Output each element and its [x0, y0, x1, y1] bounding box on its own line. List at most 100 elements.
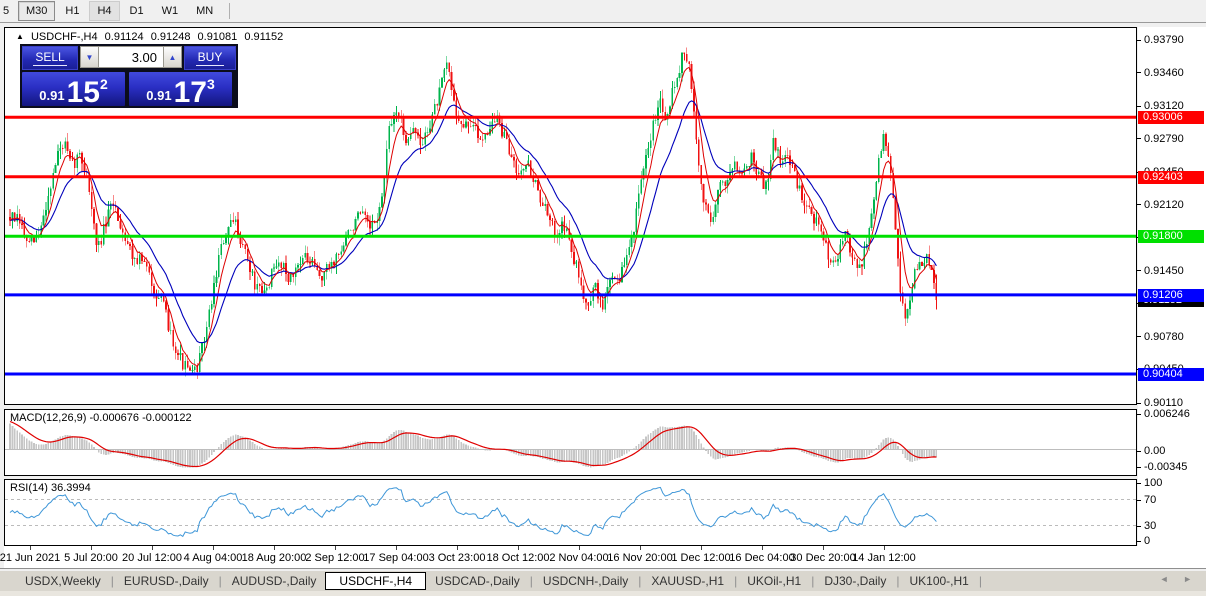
date-label: 1 Dec 12:00 [671, 552, 730, 564]
rsi-axis-label: 30 [1144, 520, 1156, 532]
volume-input[interactable] [99, 46, 163, 68]
macd-label: MACD(12,26,9) -0.000676 -0.000122 [10, 412, 192, 424]
price-tick [1137, 204, 1141, 205]
rsi-axis-tick [1137, 526, 1141, 527]
date-label: 2 Nov 04:00 [549, 552, 608, 564]
date-tick [518, 546, 519, 550]
timeframe-button-w1[interactable]: W1 [154, 1, 187, 21]
mt4-window: 5M30H1H4D1W1MN ▲ USDCHF-,H4 0.91124 0.91… [0, 0, 1206, 596]
sell-button[interactable]: SELL [22, 46, 78, 70]
date-label: 18 Aug 20:00 [242, 552, 307, 564]
date-tick [152, 546, 153, 550]
rsi-axis-label: 100 [1144, 477, 1162, 489]
tab-separator: | [530, 574, 533, 588]
collapse-triangle-icon[interactable]: ▲ [16, 32, 24, 41]
rsi-axis-tick [1137, 541, 1141, 542]
macd-name: MACD(12,26,9) [10, 412, 86, 424]
ohlc-high: 0.91248 [151, 31, 191, 43]
tab-separator: | [638, 574, 641, 588]
timeframe-button-mn[interactable]: MN [188, 1, 221, 21]
chart-tab-bar: USDX,Weekly|EURUSD-,Daily|AUDUSD-,DailyU… [0, 571, 1206, 591]
rsi-label: RSI(14) 36.3994 [10, 482, 91, 494]
timeframe-button-5[interactable]: 5 [0, 1, 16, 21]
price-tick-label: 0.92790 [1144, 133, 1184, 145]
date-tick [396, 546, 397, 550]
date-label: 14 Jan 12:00 [852, 552, 916, 564]
bid-price-big: 15 [67, 79, 100, 106]
volume-decrease-button[interactable]: ▼ [80, 46, 99, 68]
tab-usdcad-daily[interactable]: USDCAD-,Daily [426, 572, 529, 590]
ohlc-close: 0.91152 [244, 31, 283, 43]
price-tick-label: 0.93790 [1144, 34, 1184, 46]
macd-value-1: -0.000676 [89, 412, 139, 424]
date-label: 30 Dec 20:00 [790, 552, 855, 564]
toolbar-separator [229, 3, 230, 19]
macd-panel[interactable]: MACD(12,26,9) -0.000676 -0.000122 [4, 409, 1137, 476]
macd-axis-label: 0.00 [1144, 445, 1165, 457]
price-level-tag: 0.91800 [1138, 230, 1204, 243]
date-tick [640, 546, 641, 550]
timeframe-button-d1[interactable]: D1 [122, 1, 152, 21]
rsi-axis-tick [1137, 483, 1141, 484]
tab-eurusd-daily[interactable]: EURUSD-,Daily [115, 572, 218, 590]
tab-usdx-weekly[interactable]: USDX,Weekly [16, 572, 110, 590]
tab-uk100-h1[interactable]: UK100-,H1 [900, 572, 977, 590]
price-tick [1137, 403, 1141, 404]
price-level-tag: 0.92403 [1138, 171, 1204, 184]
tab-scroll-arrows: ◄ ► [1160, 574, 1198, 584]
buy-button[interactable]: BUY [184, 46, 236, 70]
date-label: 20 Jul 12:00 [122, 552, 182, 564]
timeframe-button-h1[interactable]: H1 [57, 1, 87, 21]
time-axis: 21 Jun 20215 Jul 20:0020 Jul 12:004 Aug … [4, 546, 1206, 568]
down-arrow-icon: ▼ [86, 53, 94, 62]
tab-usdcnh-daily[interactable]: USDCNH-,Daily [534, 572, 637, 590]
price-level-tag: 0.93006 [1138, 111, 1204, 124]
date-label: 4 Aug 04:00 [184, 552, 243, 564]
tab-audusd-daily[interactable]: AUDUSD-,Daily [223, 572, 326, 590]
price-tick [1137, 106, 1141, 107]
bid-price-sup: 2 [100, 77, 108, 91]
rsi-axis-tick [1137, 500, 1141, 501]
tab-scroll-right-icon[interactable]: ► [1183, 574, 1198, 584]
date-label: 3 Oct 23:00 [429, 552, 486, 564]
macd-value-2: -0.000122 [142, 412, 192, 424]
rsi-panel[interactable]: RSI(14) 36.3994 [4, 479, 1137, 546]
ask-price-panel[interactable]: 0.91 17 3 [129, 72, 232, 106]
symbol-header: ▲ USDCHF-,H4 0.91124 0.91248 0.91081 0.9… [16, 31, 287, 43]
tab-scroll-left-icon[interactable]: ◄ [1160, 574, 1175, 584]
date-tick [701, 546, 702, 550]
rsi-axis-label: 0 [1144, 535, 1150, 547]
ohlc-open: 0.91124 [105, 31, 144, 43]
macd-axis-tick [1137, 467, 1141, 468]
price-tick-label: 0.91450 [1144, 265, 1184, 277]
one-click-trade-widget: SELL ▼ ▲ BUY 0.91 15 2 0.91 17 3 [20, 44, 238, 108]
date-tick [457, 546, 458, 550]
ask-price-sup: 3 [207, 77, 215, 91]
volume-increase-button[interactable]: ▲ [163, 46, 182, 68]
price-level-tag: 0.91206 [1138, 289, 1204, 302]
rsi-axis-label: 70 [1144, 494, 1156, 506]
tab-usdchf-h4[interactable]: USDCHF-,H4 [325, 572, 426, 590]
tab-ukoil-h1[interactable]: UKOil-,H1 [738, 572, 810, 590]
ask-price-big: 17 [174, 79, 207, 106]
up-arrow-icon: ▲ [169, 53, 177, 62]
price-tick-label: 0.93120 [1144, 100, 1184, 112]
price-tick [1137, 270, 1141, 271]
timeframe-button-m30[interactable]: M30 [18, 1, 55, 21]
date-tick [823, 546, 824, 550]
date-tick [762, 546, 763, 550]
price-tick [1137, 72, 1141, 73]
price-tick-label: 0.90780 [1144, 331, 1184, 343]
price-tick [1137, 138, 1141, 139]
date-tick [335, 546, 336, 550]
status-strip [0, 591, 1206, 596]
timeframe-button-h4[interactable]: H4 [89, 1, 119, 21]
bid-price-panel[interactable]: 0.91 15 2 [22, 72, 125, 106]
tab-dj30-daily[interactable]: DJ30-,Daily [815, 572, 895, 590]
date-label: 21 Jun 2021 [0, 552, 60, 564]
date-tick [884, 546, 885, 550]
tab-xauusd-h1[interactable]: XAUUSD-,H1 [642, 572, 733, 590]
date-label: 5 Jul 20:00 [64, 552, 118, 564]
tab-separator: | [734, 574, 737, 588]
price-tick [1137, 336, 1141, 337]
